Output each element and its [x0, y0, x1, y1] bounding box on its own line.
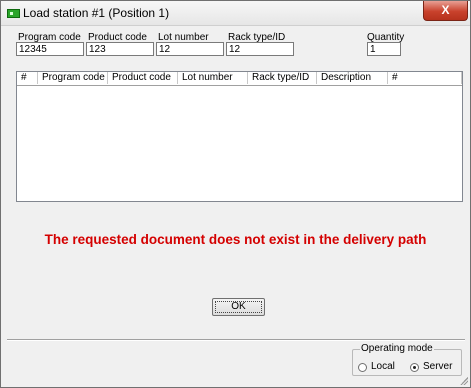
app-icon — [7, 9, 20, 18]
bottom-separator — [7, 339, 465, 341]
resize-grip[interactable] — [458, 375, 468, 385]
column-header-description[interactable]: Description — [317, 72, 388, 84]
operating-mode-title: Operating mode — [360, 343, 434, 354]
list-header: # Program code Product code Lot number R… — [17, 72, 462, 86]
load-station-window: Load station #1 (Position 1) X Program c… — [0, 0, 471, 388]
document-list[interactable]: # Program code Product code Lot number R… — [16, 71, 463, 202]
column-header-rack-type[interactable]: Rack type/ID — [248, 72, 317, 84]
server-radio[interactable] — [410, 363, 419, 372]
ok-button[interactable]: OK — [212, 298, 265, 316]
operating-mode-group: Operating mode Local Server — [352, 343, 462, 376]
local-radio-label[interactable]: Local — [371, 361, 395, 372]
column-header-program-code[interactable]: Program code — [38, 72, 108, 84]
window-title: Load station #1 (Position 1) — [23, 6, 170, 20]
column-header-product-code[interactable]: Product code — [108, 72, 178, 84]
quantity-input[interactable] — [367, 42, 401, 56]
column-header-lot-number[interactable]: Lot number — [178, 72, 248, 84]
close-button[interactable]: X — [423, 1, 468, 21]
column-header-count[interactable]: # — [388, 72, 462, 84]
local-radio[interactable] — [358, 363, 367, 372]
column-header-index[interactable]: # — [17, 72, 38, 84]
product-code-input[interactable] — [86, 42, 154, 56]
server-radio-label[interactable]: Server — [423, 361, 452, 372]
title-bar[interactable]: Load station #1 (Position 1) X — [1, 1, 470, 26]
error-message: The requested document does not exist in… — [44, 232, 427, 247]
lot-number-input[interactable] — [156, 42, 224, 56]
program-code-input[interactable] — [16, 42, 84, 56]
rack-type-input[interactable] — [226, 42, 294, 56]
